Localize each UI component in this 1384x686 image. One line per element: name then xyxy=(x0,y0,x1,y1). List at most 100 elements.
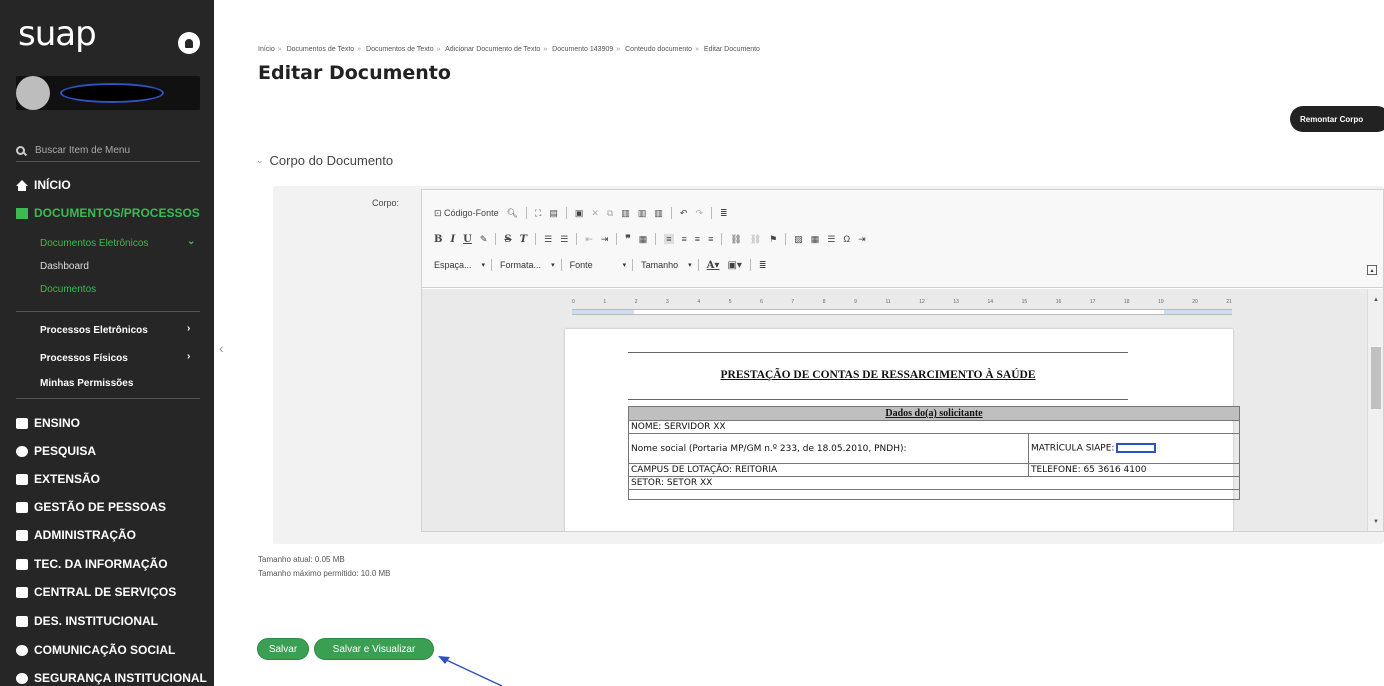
paragraph-spacing-icon[interactable]: ≣ xyxy=(759,260,767,271)
breadcrumb-item[interactable]: Documentos de Texto xyxy=(366,46,434,53)
font-select[interactable]: Fonte ▾ xyxy=(570,260,627,270)
menu-administracao[interactable]: ADMINISTRAÇÃO xyxy=(16,528,136,542)
anchor-flag-icon[interactable]: ⚑ xyxy=(769,234,777,245)
ruler-number: 4 xyxy=(697,299,701,305)
breadcrumb-item[interactable]: Documentos de Texto xyxy=(287,46,355,53)
outdent-icon: ⇤ xyxy=(585,233,593,244)
submenu-processos-eletronicos[interactable]: Processos Eletrônicos xyxy=(40,325,148,336)
menu-comunicacao-social[interactable]: COMUNICAÇÃO SOCIAL xyxy=(16,643,175,657)
remontar-corpo-button[interactable]: Remontar Corpo xyxy=(1290,106,1384,132)
menu-ensino[interactable]: ENSINO xyxy=(16,416,80,430)
submenu-processos-fisicos[interactable]: Processos Físicos xyxy=(40,353,128,364)
ruler-number: 14 xyxy=(987,299,994,305)
menu-extensao[interactable]: EXTENSÃO xyxy=(16,472,100,486)
table-header: Dados do(a) solicitante xyxy=(628,406,1240,421)
underline-icon[interactable]: U xyxy=(463,234,472,245)
paste-icon[interactable]: ▥ xyxy=(621,208,630,219)
submenu-dashboard[interactable]: Dashboard xyxy=(40,261,89,272)
indent-icon[interactable]: ⇥ xyxy=(601,234,609,245)
breadcrumb: Início» Documentos de Texto» Documentos … xyxy=(258,46,760,53)
expand-icon[interactable]: ▴ xyxy=(1367,265,1377,275)
paste-text-icon[interactable]: ▥ xyxy=(638,208,647,219)
current-size: Tamanho atual: 0.05 MB xyxy=(258,555,345,564)
breadcrumb-item[interactable]: Adicionar Documento de Texto xyxy=(445,46,540,53)
horizontal-rule xyxy=(628,399,1128,400)
link-icon[interactable]: ⛓ xyxy=(730,234,741,245)
scroll-up-icon[interactable]: ▲ xyxy=(1373,297,1379,303)
menu-tec-informacao[interactable]: TEC. DA INFORMAÇÃO xyxy=(16,557,168,571)
menu-pesquisa[interactable]: PESQUISA xyxy=(16,444,96,458)
strikethrough-icon[interactable]: S xyxy=(504,234,511,245)
size-label: Tamanho xyxy=(641,260,679,270)
special-char-icon[interactable]: Ω xyxy=(843,234,850,244)
ruler-number: 17 xyxy=(1089,299,1096,305)
preview-icon[interactable]: 🔍︎ xyxy=(507,208,518,219)
scroll-down-icon[interactable]: ▼ xyxy=(1373,519,1379,525)
menu-gestao-pessoas[interactable]: GESTÃO DE PESSOAS xyxy=(16,500,166,514)
page-break-icon[interactable]: ≣ xyxy=(720,208,728,219)
user-profile[interactable] xyxy=(16,76,200,110)
save-and-view-button[interactable]: Salvar e Visualizar xyxy=(314,638,434,660)
submenu-documentos-eletronicos[interactable]: Documentos Eletrônicos xyxy=(40,238,148,249)
editor-scrollbar[interactable]: ▲ ▼ xyxy=(1367,289,1383,531)
menu-label: DES. INSTITUCIONAL xyxy=(34,614,159,628)
div-icon[interactable]: ▦ xyxy=(639,234,648,245)
menu-search-input[interactable]: Buscar Item de Menu xyxy=(16,140,200,162)
scroll-thumb[interactable] xyxy=(1371,347,1381,409)
paste-word-icon[interactable]: ▥ xyxy=(654,208,663,219)
editor-content-area[interactable]: 0 1 2 3 4 5 6 7 8 9 11 12 13 14 15 16 17 18 19 20 21 PRESTAÇ… xyxy=(422,289,1383,531)
menu-des-institucional[interactable]: DES. INSTITUCIONAL xyxy=(16,614,158,628)
fullscreen-icon[interactable]: ⛶ xyxy=(535,208,541,219)
italic-icon[interactable]: I xyxy=(450,234,455,245)
menu-seguranca-institucional[interactable]: SEGURANÇA INSTITUCIONAL xyxy=(16,671,207,685)
size-select[interactable]: Tamanho ▾ xyxy=(641,260,692,270)
line-spacing-select[interactable]: Espaça... ▾ xyxy=(434,260,485,270)
breadcrumb-item[interactable]: Início xyxy=(258,46,275,53)
align-center-icon[interactable]: ≡ xyxy=(682,234,687,244)
format-select[interactable]: Formata... ▾ xyxy=(500,260,555,270)
rich-text-editor[interactable]: ⊡ Código-Fonte 🔍︎ ⛶ ▤ ▣ ✕ ⧉ ▥ ▥ ▥ ↶ ↷ ≣ … xyxy=(421,189,1384,532)
align-left-icon[interactable]: ≡ xyxy=(664,234,674,244)
remove-format-icon[interactable]: T xyxy=(520,234,527,245)
align-justify-icon[interactable]: ≡ xyxy=(708,234,713,244)
collapse-sidebar-icon[interactable]: ‹ xyxy=(219,340,224,356)
ruler-number: 7 xyxy=(791,299,795,305)
breadcrumb-item[interactable]: Documento 143909 xyxy=(552,46,613,53)
format-painter-icon[interactable]: ✎ xyxy=(480,234,488,245)
bulleted-list-icon[interactable]: ☰ xyxy=(560,234,568,245)
breadcrumb-item: Editar Documento xyxy=(703,46,760,53)
menu-documentos-processos[interactable]: DOCUMENTOS/PROCESSOS xyxy=(16,206,200,220)
submenu-minhas-permissoes[interactable]: Minhas Permissões xyxy=(40,378,133,389)
page-break-insert-icon[interactable]: ⇥ xyxy=(858,234,866,245)
image-icon[interactable]: ▨ xyxy=(794,234,803,245)
notification-bell-icon[interactable] xyxy=(178,32,200,54)
breadcrumb-item[interactable]: Conteudo documento xyxy=(625,46,692,53)
save-button[interactable]: Salvar xyxy=(257,638,309,660)
source-code-button[interactable]: ⊡ Código-Fonte xyxy=(434,208,499,219)
show-blocks-icon[interactable]: ▤ xyxy=(549,208,558,219)
bold-icon[interactable]: B xyxy=(434,234,442,245)
horizontal-line-icon[interactable]: ☰ xyxy=(827,234,835,245)
blockquote-icon[interactable]: ❞ xyxy=(625,234,630,245)
menu-label: ENSINO xyxy=(34,416,81,430)
ruler-number: 1 xyxy=(603,299,607,305)
table-icon[interactable]: ▦ xyxy=(811,234,820,245)
text-color-icon[interactable]: A▾ xyxy=(707,260,720,271)
menu-central-servicos[interactable]: CENTRAL DE SERVIÇOS xyxy=(16,585,176,599)
undo-icon[interactable]: ↶ xyxy=(680,208,688,219)
save-icon[interactable]: ▣ xyxy=(575,208,584,219)
field-label: Corpo: xyxy=(372,198,400,208)
section-title: Corpo do Documento xyxy=(269,153,394,168)
section-toggle[interactable]: ⌄ Corpo do Documento xyxy=(256,153,393,168)
suap-logo[interactable]: suap xyxy=(18,14,97,54)
align-right-icon[interactable]: ≡ xyxy=(695,234,700,244)
ruler-number: 6 xyxy=(760,299,763,305)
submenu-documentos[interactable]: Documentos xyxy=(40,284,96,295)
setor-cell: SETOR: SETOR XX xyxy=(628,476,1240,490)
document-page[interactable]: PRESTAÇÃO DE CONTAS DE RESSARCIMENTO À S… xyxy=(565,329,1240,531)
numbered-list-icon[interactable]: ☰ xyxy=(544,234,552,245)
menu-inicio[interactable]: INÍCIO xyxy=(16,178,71,192)
background-color-icon[interactable]: ▣▾ xyxy=(727,260,741,271)
telefone-cell: TELEFONE: 65 3616 4100 xyxy=(1028,463,1240,477)
ruler-margin-left xyxy=(572,310,634,314)
